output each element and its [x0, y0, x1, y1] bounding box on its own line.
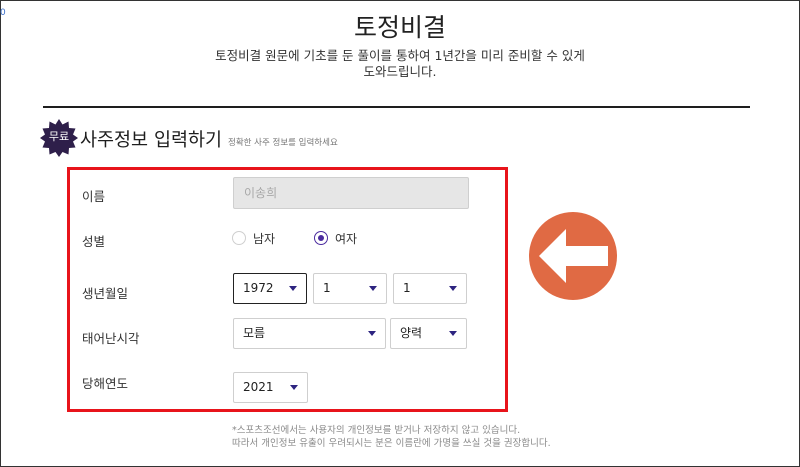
free-badge: 무료: [40, 119, 78, 157]
birth-time-value: 모름: [243, 326, 266, 340]
birth-year-value: 1972: [243, 281, 274, 295]
birth-year-select[interactable]: 1972: [233, 273, 307, 304]
target-year-label: 당해연도: [82, 376, 129, 391]
page-description-line-2: 도와드립니다.: [363, 64, 437, 79]
birth-month-value: 1: [323, 281, 331, 295]
chevron-down-icon: [290, 385, 298, 390]
chevron-down-icon: [449, 286, 457, 291]
footnote-line-2: 따라서 개인정보 유출이 우려되시는 분은 이름란에 가명을 쓰실 것을 권장합…: [232, 437, 551, 449]
chevron-down-icon: [369, 286, 377, 291]
calendar-type-value: 양력: [400, 326, 423, 340]
section-subtitle: 정확한 사주 정보를 입력하세요: [228, 138, 338, 148]
section-divider: [43, 106, 750, 108]
radio-label-female: 여자: [335, 231, 358, 246]
section-title: 사주정보 입력하기: [80, 130, 223, 151]
left-arrow-circle-icon: [528, 211, 618, 301]
chevron-down-icon: [368, 331, 376, 336]
birth-month-select[interactable]: 1: [313, 273, 387, 304]
gender-label: 성별: [82, 234, 106, 249]
birthdate-label: 생년월일: [82, 286, 129, 301]
chevron-down-icon: [289, 286, 297, 291]
birth-time-label: 태어난시각: [82, 331, 140, 346]
radio-circle[interactable]: [232, 231, 246, 245]
birth-time-select[interactable]: 모름: [233, 318, 386, 349]
radio-label-male: 남자: [253, 231, 276, 246]
target-year-select[interactable]: 2021: [233, 372, 308, 403]
gender-radio-male[interactable]: 남자: [232, 230, 275, 246]
gender-radio-female[interactable]: 여자: [314, 230, 357, 246]
page-description: 토정비결 원문에 기초를 둔 풀이를 통하여 1년간을 미리 준비할 수 있게 …: [0, 48, 800, 80]
radio-circle-selected[interactable]: [314, 231, 328, 245]
page-title: 토정비결: [353, 13, 446, 42]
name-input[interactable]: 이송희: [233, 177, 469, 209]
chevron-down-icon: [449, 331, 457, 336]
footnote-line-1: *스포츠조선에서는 사용자의 개인정보를 받거나 저장하지 않고 있습니다.: [232, 425, 521, 436]
privacy-footnote: *스포츠조선에서는 사용자의 개인정보를 받거나 저장하지 않고 있습니다. 따…: [232, 425, 551, 450]
birth-day-select[interactable]: 1: [393, 273, 467, 304]
target-year-value: 2021: [243, 380, 274, 394]
badge-label: 무료: [48, 130, 70, 143]
name-label: 이름: [82, 189, 106, 204]
page-description-line-1: 토정비결 원문에 기초를 둔 풀이를 통하여 1년간을 미리 준비할 수 있게: [215, 48, 585, 63]
calendar-type-select[interactable]: 양력: [390, 318, 467, 349]
birth-day-value: 1: [403, 281, 411, 295]
